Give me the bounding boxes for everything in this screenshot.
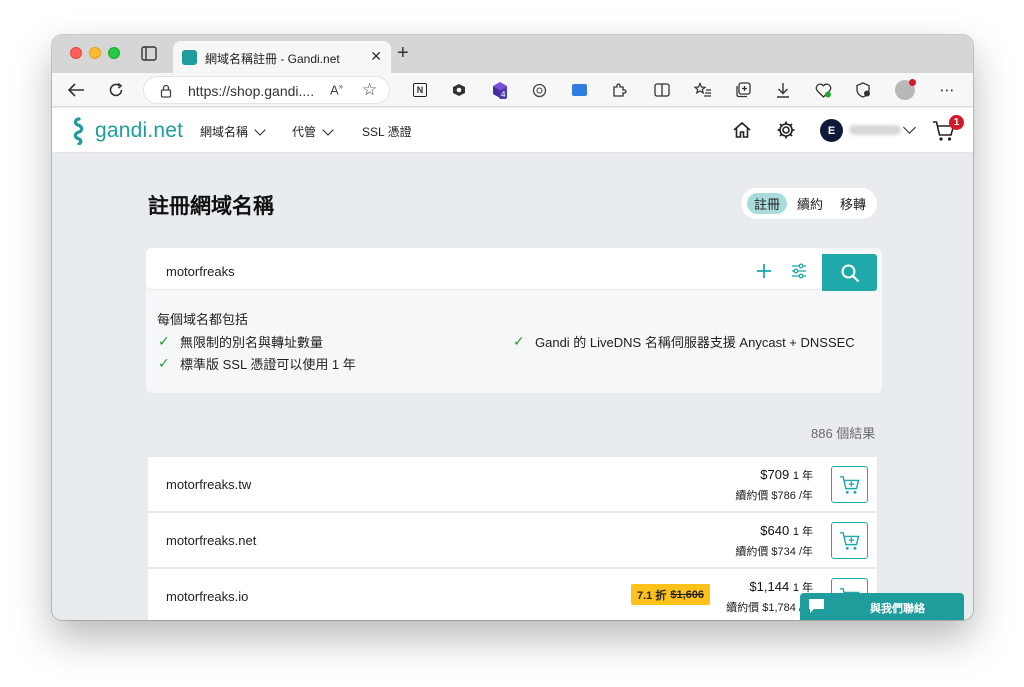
split-screen-icon[interactable] xyxy=(652,80,672,100)
shield-extension-icon[interactable] xyxy=(449,80,469,100)
browser-toolbar: https://shop.gandi.... A» ☆ N 4 ⋯ xyxy=(52,73,973,107)
chevron-down-icon xyxy=(322,123,334,136)
feature-text: 標準版 SSL 憑證可以使用 1 年 xyxy=(180,357,356,372)
cart-count-badge: 1 xyxy=(949,115,964,130)
result-domain: motorfreaks.tw xyxy=(166,477,252,492)
chevron-down-icon xyxy=(254,123,266,136)
account-chevron-down-icon[interactable] xyxy=(903,121,916,134)
result-price: $640 1 年 xyxy=(760,523,813,538)
discount-badge: 7.1 折 $1,606 xyxy=(631,584,711,605)
result-row: motorfreaks.tw $709 1 年 續約價 $786 /年 xyxy=(148,457,877,512)
checkmark-icon: ✓ xyxy=(513,333,525,349)
mode-switcher: 註冊 續約 移轉 xyxy=(741,188,877,219)
collections-icon[interactable] xyxy=(733,80,753,100)
gandi-logo[interactable]: gandi.net xyxy=(70,116,183,146)
download-icon[interactable] xyxy=(773,80,793,100)
add-to-cart-button[interactable] xyxy=(831,522,868,559)
gandi-favicon-icon xyxy=(182,50,197,65)
active-tab[interactable]: 網域名稱註冊 - Gandi.net ✕ xyxy=(173,41,391,73)
minimize-window-button[interactable] xyxy=(89,47,101,59)
gandi-logo-icon xyxy=(73,117,84,145)
result-row: motorfreaks.net $640 1 年 續約價 $734 /年 xyxy=(148,513,877,568)
settings-gear-icon[interactable] xyxy=(776,120,796,140)
back-arrow-icon[interactable] xyxy=(66,80,86,100)
add-icon[interactable] xyxy=(756,263,772,279)
result-price: $709 1 年 xyxy=(760,467,813,482)
address-bar[interactable]: https://shop.gandi.... A» ☆ xyxy=(143,76,390,104)
notion-extension-icon[interactable]: N xyxy=(410,80,430,100)
favorite-star-icon[interactable]: ☆ xyxy=(362,80,377,100)
results-count: 886 個結果 xyxy=(811,426,876,441)
extension-badge: 4 xyxy=(499,90,508,99)
extensions-puzzle-icon[interactable] xyxy=(609,80,629,100)
heart-pulse-icon[interactable] xyxy=(813,80,833,100)
tab-renew[interactable]: 續約 xyxy=(790,193,830,214)
close-tab-icon[interactable]: ✕ xyxy=(370,48,382,65)
feature-item: ✓ 標準版 SSL 憑證可以使用 1 年 xyxy=(158,354,356,373)
search-panel: motorfreaks 每個域名都包括 ✓ 無限制的別名與轉址數量 ✓ 標準版 … xyxy=(146,248,882,393)
nav-hosting[interactable]: 代管 xyxy=(292,123,334,140)
tab-title: 網域名稱註冊 - Gandi.net xyxy=(205,52,340,66)
feature-text: 無限制的別名與轉址數量 xyxy=(180,335,324,350)
new-tab-button[interactable]: + xyxy=(397,43,409,63)
lock-icon xyxy=(160,84,172,98)
includes-title: 每個域名都包括 xyxy=(157,312,249,327)
tab-actions-icon[interactable] xyxy=(141,46,157,61)
result-row: motorfreaks.io 7.1 折 $1,606 $1,144 1 年 續… xyxy=(148,569,877,620)
nav-ssl-label: SSL 憑證 xyxy=(362,125,412,139)
filter-sliders-icon[interactable] xyxy=(791,263,807,279)
home-icon[interactable] xyxy=(732,120,752,140)
search-icon xyxy=(841,264,859,282)
account-avatar[interactable]: E xyxy=(820,119,843,142)
reload-icon[interactable] xyxy=(106,80,126,100)
result-renew-price: 續約價 $786 /年 xyxy=(735,490,813,502)
cube-extension-icon[interactable]: 4 xyxy=(490,80,510,100)
domain-search-input[interactable]: motorfreaks xyxy=(146,248,822,290)
result-domain: motorfreaks.io xyxy=(166,589,249,604)
nav-hosting-label: 代管 xyxy=(292,125,317,139)
logo-text: gandi.net xyxy=(95,119,184,142)
account-name-blurred xyxy=(849,125,901,135)
nav-domains-label: 網域名稱 xyxy=(200,125,249,139)
result-domain: motorfreaks.net xyxy=(166,533,257,548)
add-to-cart-button[interactable] xyxy=(831,466,868,503)
checkmark-icon: ✓ xyxy=(158,355,170,371)
circle-extension-icon[interactable] xyxy=(529,80,549,100)
more-options-icon[interactable]: ⋯ xyxy=(937,80,957,100)
maximize-window-button[interactable] xyxy=(108,47,120,59)
tab-register[interactable]: 註冊 xyxy=(747,193,787,214)
nav-domains[interactable]: 網域名稱 xyxy=(200,123,266,140)
checkmark-icon: ✓ xyxy=(158,333,170,349)
browser-window: 網域名稱註冊 - Gandi.net ✕ + https://shop.gand… xyxy=(52,35,973,620)
profile-avatar-icon[interactable] xyxy=(895,79,916,100)
search-button[interactable] xyxy=(822,254,877,291)
site-header: gandi.net 網域名稱 代管 SSL 憑證 E 1 xyxy=(52,108,973,153)
add-to-cart-icon xyxy=(839,531,860,550)
url-text: https://shop.gandi.... xyxy=(188,83,315,99)
discount-label: 7.1 折 xyxy=(637,589,667,602)
feature-text: Gandi 的 LiveDNS 名稱伺服器支援 Anycast + DNSSEC xyxy=(535,335,855,350)
original-price: $1,606 xyxy=(670,588,705,601)
close-window-button[interactable] xyxy=(70,47,82,59)
feature-item: ✓ 無限制的別名與轉址數量 xyxy=(158,332,323,351)
translate-extension-icon[interactable] xyxy=(569,80,589,100)
browser-essentials-icon[interactable] xyxy=(853,80,873,100)
chat-label: 與我們聯絡 xyxy=(870,603,925,615)
contact-us-chat-button[interactable]: 與我們聯絡 xyxy=(800,593,964,620)
read-aloud-icon[interactable]: A» xyxy=(330,82,343,97)
page-title: 註冊網域名稱 xyxy=(148,195,274,218)
feature-item: ✓ Gandi 的 LiveDNS 名稱伺服器支援 Anycast + DNSS… xyxy=(513,332,855,351)
tab-transfer[interactable]: 移轉 xyxy=(833,193,873,214)
add-to-cart-icon xyxy=(839,475,860,494)
chat-bubble-icon xyxy=(809,599,824,613)
search-input-value: motorfreaks xyxy=(166,264,235,279)
favorites-list-icon[interactable] xyxy=(693,80,713,100)
result-renew-price: 續約價 $734 /年 xyxy=(735,546,813,558)
tab-strip: 網域名稱註冊 - Gandi.net ✕ + xyxy=(52,35,973,73)
nav-ssl[interactable]: SSL 憑證 xyxy=(362,123,412,140)
